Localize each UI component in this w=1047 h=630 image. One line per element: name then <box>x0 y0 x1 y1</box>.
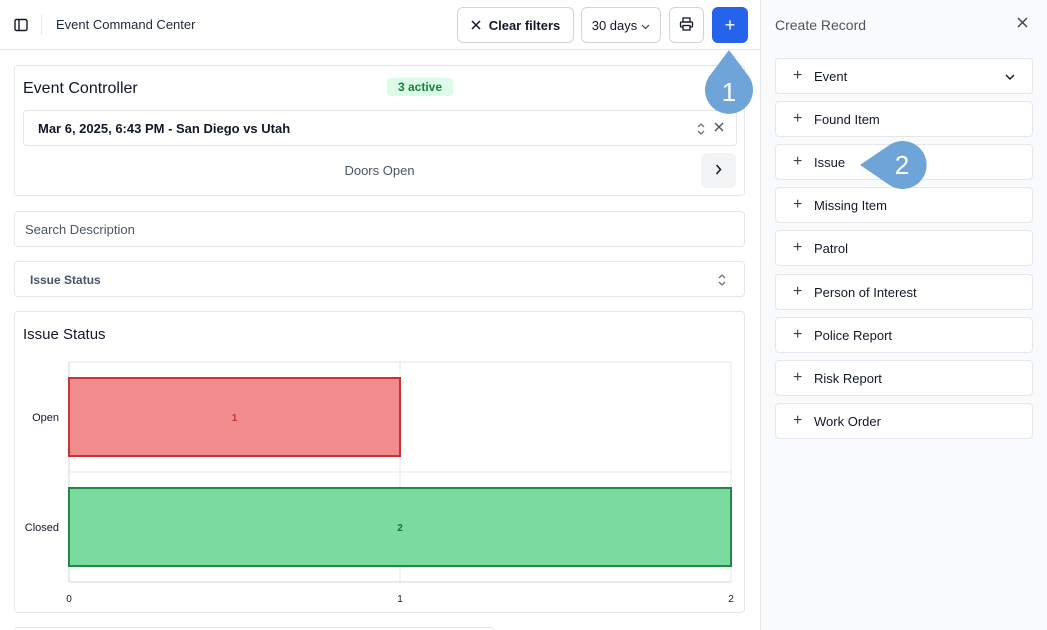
active-count-badge: 3 active <box>387 78 454 96</box>
date-range-select[interactable]: 30 days <box>581 7 661 43</box>
event-controller-title: Event Controller <box>23 80 138 97</box>
callout-number-1: 1 <box>721 76 737 107</box>
clear-filters-button[interactable]: Clear filters <box>457 7 574 43</box>
plus-icon: + <box>793 110 803 127</box>
data-label-closed: 2 <box>397 523 403 534</box>
create-person-of-interest-label: Person of Interest <box>814 284 917 300</box>
printer-icon <box>679 16 694 34</box>
x-tick-label: 2 <box>728 594 734 605</box>
create-found-item-button[interactable]: + Found Item <box>775 101 1033 137</box>
create-person-of-interest-button[interactable]: + Person of Interest <box>775 274 1033 310</box>
create-work-order-label: Work Order <box>814 413 881 429</box>
panel-title: Create Record <box>775 17 867 33</box>
selected-event-value: Mar 6, 2025, 6:43 PM - San Diego vs Utah <box>38 121 291 136</box>
create-police-report-label: Police Report <box>814 327 893 343</box>
chevron-up-down-icon <box>717 272 727 293</box>
create-patrol-label: Patrol <box>814 240 848 256</box>
event-controller-card: Event Controller 3 active Mar 6, 2025, 6… <box>14 65 745 196</box>
event-phase-label: Doors Open <box>344 163 415 178</box>
next-phase-button[interactable] <box>701 153 736 188</box>
top-bar: Event Command Center Clear filters 30 da… <box>0 0 760 50</box>
create-risk-report-label: Risk Report <box>814 370 882 386</box>
date-range-value: 30 days <box>591 17 638 33</box>
create-work-order-button[interactable]: + Work Order <box>775 403 1033 439</box>
create-record-panel: Create Record + Event + Found Item + Iss… <box>760 0 1047 630</box>
create-risk-report-button[interactable]: + Risk Report <box>775 360 1033 396</box>
add-record-button[interactable]: + <box>712 7 748 43</box>
chevron-up-down-icon <box>696 121 708 137</box>
plus-icon: + <box>793 196 803 213</box>
create-event-button[interactable]: + Event <box>775 58 989 94</box>
create-missing-item-label: Missing Item <box>814 197 887 213</box>
plus-icon: + <box>793 369 803 386</box>
create-event-label: Event <box>814 68 848 84</box>
plus-icon: + <box>793 283 803 300</box>
plus-icon: + <box>793 153 803 170</box>
callout-marker-2: 2 <box>858 140 930 190</box>
issue-status-select-label: Issue Status <box>30 273 101 287</box>
data-label-open: 1 <box>232 413 238 424</box>
x-tick-label: 1 <box>397 594 403 605</box>
category-label-closed: Closed <box>25 522 59 534</box>
create-event-options-button[interactable] <box>988 58 1033 94</box>
callout-marker-1: 1 <box>701 46 757 118</box>
chevron-down-icon <box>641 18 650 33</box>
print-button[interactable] <box>669 7 704 43</box>
create-missing-item-button[interactable]: + Missing Item <box>775 187 1033 223</box>
plus-icon: + <box>793 239 803 256</box>
callout-number-2: 2 <box>894 149 910 180</box>
chevron-down-icon <box>1005 67 1015 85</box>
create-found-item-label: Found Item <box>814 111 880 127</box>
toolbar-divider <box>41 15 42 35</box>
plus-icon: + <box>793 326 803 343</box>
issue-status-chart-card: Issue Status 1 Open 2 Closed 0 1 2 <box>14 311 745 613</box>
plus-icon: + <box>793 412 803 429</box>
clear-event-icon[interactable] <box>714 120 724 135</box>
issue-status-select[interactable]: Issue Status <box>14 261 745 297</box>
close-panel-icon[interactable] <box>1017 15 1028 32</box>
clear-filters-label: Clear filters <box>488 17 561 33</box>
create-issue-label: Issue <box>814 154 846 170</box>
close-icon <box>471 18 481 33</box>
page-title: Event Command Center <box>56 17 196 32</box>
event-select[interactable]: Mar 6, 2025, 6:43 PM - San Diego vs Utah <box>23 110 737 146</box>
issue-status-chart: 1 Open 2 Closed 0 1 2 <box>25 361 734 605</box>
search-description-input[interactable] <box>14 211 745 247</box>
create-patrol-button[interactable]: + Patrol <box>775 230 1033 266</box>
create-police-report-button[interactable]: + Police Report <box>775 317 1033 353</box>
sidebar-toggle-icon[interactable] <box>10 14 32 36</box>
category-label-open: Open <box>32 412 59 424</box>
chevron-right-icon <box>715 162 722 180</box>
x-tick-label: 0 <box>66 594 72 605</box>
plus-icon: + <box>793 67 803 84</box>
